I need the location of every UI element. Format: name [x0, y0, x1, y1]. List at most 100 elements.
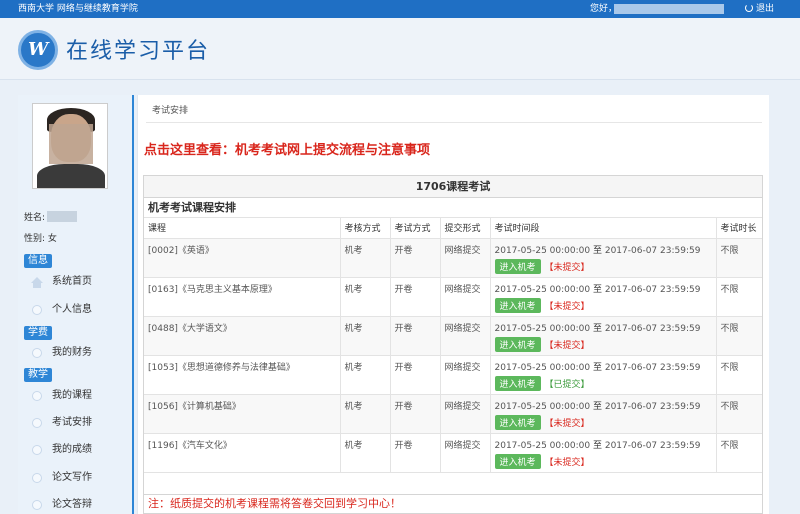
start-time: 2017-05-25 00:00:00 — [494, 323, 591, 334]
profile-name: 姓名: — [24, 210, 78, 223]
duration-cell: 不限 — [716, 238, 762, 278]
status-badge: 【未提交】 — [544, 301, 590, 312]
home-icon — [31, 277, 43, 288]
table-row: [0488]《大学语文》 机考 开卷 网络提交 2017-05-25 00:00… — [144, 316, 762, 356]
mode-cell: 开卷 — [390, 433, 441, 473]
sidebar-item-courses[interactable]: 我的课程 — [18, 383, 132, 409]
assess-cell: 机考 — [340, 316, 391, 356]
table-header-row: 课程 考核方式 考试方式 提交形式 考试时间段 考试时长 — [144, 218, 762, 239]
col-course: 课程 — [144, 218, 341, 239]
course-cell: [1056]《计算机基础》 — [144, 394, 341, 434]
bullet-icon — [32, 445, 42, 455]
table-row: [0163]《马克思主义基本原理》 机考 开卷 网络提交 2017-05-25 … — [144, 277, 762, 317]
bullet-icon — [32, 348, 42, 358]
divider — [146, 122, 762, 123]
enter-exam-button[interactable]: 进入机考 — [494, 258, 541, 274]
start-time: 2017-05-25 00:00:00 — [494, 284, 591, 295]
logout-link[interactable]: 退出 — [745, 0, 774, 18]
section-teaching: 教学 — [24, 368, 52, 382]
breadcrumb: 考试安排 — [152, 106, 189, 116]
time-cell: 2017-05-25 00:00:00 至 2017-06-07 23:59:5… — [490, 355, 717, 395]
col-duration: 考试时长 — [716, 218, 762, 239]
avatar — [32, 103, 108, 189]
end-time: 2017-06-07 23:59:59 — [604, 362, 701, 373]
sidebar-item-label: 我的课程 — [52, 390, 92, 401]
status-badge: 【已提交】 — [544, 379, 590, 390]
assess-cell: 机考 — [340, 394, 391, 434]
sidebar-item-label: 论文写作 — [52, 472, 92, 483]
submit-cell: 网络提交 — [440, 394, 491, 434]
gender-value: 女 — [47, 234, 57, 244]
sidebar-item-grades[interactable]: 我的成绩 — [18, 437, 132, 463]
mode-cell: 开卷 — [390, 394, 441, 434]
course-cell: [1196]《汽车文化》 — [144, 433, 341, 473]
assess-cell: 机考 — [340, 238, 391, 278]
end-time: 2017-06-07 23:59:59 — [604, 440, 701, 451]
enter-exam-button[interactable]: 进入机考 — [494, 375, 541, 391]
course-cell: [0002]《英语》 — [144, 238, 341, 278]
duration-cell: 不限 — [716, 355, 762, 395]
duration-cell: 不限 — [716, 433, 762, 473]
start-time: 2017-05-25 00:00:00 — [494, 362, 591, 373]
sidebar-item-exams[interactable]: 考试安排 — [18, 410, 132, 436]
exam-process-notice-link[interactable]: 点击这里查看：机考考试网上提交流程与注意事项 — [144, 139, 430, 158]
sidebar-item-profile[interactable]: 个人信息 — [18, 297, 132, 323]
time-separator: 至 — [592, 401, 602, 412]
table-row: [0002]《英语》 机考 开卷 网络提交 2017-05-25 00:00:0… — [144, 238, 762, 278]
time-separator: 至 — [592, 323, 602, 334]
sidebar-item-label: 我的成绩 — [52, 444, 92, 455]
time-cell: 2017-05-25 00:00:00 至 2017-06-07 23:59:5… — [490, 394, 717, 434]
bullet-icon — [32, 305, 42, 315]
footnote: 注：纸质提交的机考课程需将答卷交回到学习中心！ — [143, 495, 763, 514]
mode-cell: 开卷 — [390, 316, 441, 356]
panel-title: 1706课程考试 — [144, 176, 762, 198]
end-time: 2017-06-07 23:59:59 — [604, 245, 701, 256]
assess-cell: 机考 — [340, 433, 391, 473]
bullet-icon — [32, 391, 42, 401]
duration-cell: 不限 — [716, 316, 762, 356]
col-mode: 考试方式 — [390, 218, 441, 239]
submit-cell: 网络提交 — [440, 355, 491, 395]
time-separator: 至 — [592, 362, 602, 373]
assess-cell: 机考 — [340, 355, 391, 395]
name-label: 姓名: — [24, 213, 46, 223]
sidebar-item-label: 系统首页 — [52, 276, 92, 287]
submit-cell: 网络提交 — [440, 316, 491, 356]
exam-table: 课程 考核方式 考试方式 提交形式 考试时间段 考试时长 [0002]《英语》 … — [144, 218, 762, 473]
greeting: 您好， — [590, 4, 618, 14]
sidebar-item-label: 论文答辩 — [52, 499, 92, 510]
enter-exam-button[interactable]: 进入机考 — [494, 297, 541, 313]
enter-exam-button[interactable]: 进入机考 — [494, 414, 541, 430]
start-time: 2017-05-25 00:00:00 — [494, 440, 591, 451]
user-name-redacted — [614, 4, 724, 14]
panel-subtitle: 机考考试课程安排 — [144, 198, 762, 218]
end-time: 2017-06-07 23:59:59 — [604, 284, 701, 295]
time-cell: 2017-05-25 00:00:00 至 2017-06-07 23:59:5… — [490, 238, 717, 278]
bullet-icon — [32, 500, 42, 510]
section-fees: 学费 — [24, 326, 52, 340]
start-time: 2017-05-25 00:00:00 — [494, 401, 591, 412]
logo-letter: W — [28, 39, 49, 60]
enter-exam-button[interactable]: 进入机考 — [494, 336, 541, 352]
time-cell: 2017-05-25 00:00:00 至 2017-06-07 23:59:5… — [490, 433, 717, 473]
submit-cell: 网络提交 — [440, 277, 491, 317]
time-separator: 至 — [592, 284, 602, 295]
sidebar-item-thesis-writing[interactable]: 论文写作 — [18, 465, 132, 491]
sidebar-item-label: 个人信息 — [52, 304, 92, 315]
status-badge: 【未提交】 — [544, 340, 590, 351]
top-bar: 西南大学 网络与继续教育学院 您好， 退出 — [0, 0, 800, 18]
sidebar-item-home[interactable]: 系统首页 — [18, 269, 132, 295]
assess-cell: 机考 — [340, 277, 391, 317]
status-badge: 【未提交】 — [544, 418, 590, 429]
school-name: 西南大学 网络与继续教育学院 — [18, 4, 138, 14]
main-content: 考试安排 点击这里查看：机考考试网上提交流程与注意事项 1706课程考试 机考考… — [137, 95, 769, 514]
name-redacted — [47, 211, 78, 222]
time-cell: 2017-05-25 00:00:00 至 2017-06-07 23:59:5… — [490, 277, 717, 317]
col-time: 考试时间段 — [490, 218, 717, 239]
enter-exam-button[interactable]: 进入机考 — [494, 453, 541, 469]
sidebar-item-finance[interactable]: 我的财务 — [18, 340, 132, 366]
sidebar-item-thesis-defense[interactable]: 论文答辩 — [18, 492, 132, 514]
start-time: 2017-05-25 00:00:00 — [494, 245, 591, 256]
end-time: 2017-06-07 23:59:59 — [604, 401, 701, 412]
exam-panel: 1706课程考试 机考考试课程安排 课程 考核方式 考试方式 提交形式 考试时间… — [143, 175, 763, 495]
